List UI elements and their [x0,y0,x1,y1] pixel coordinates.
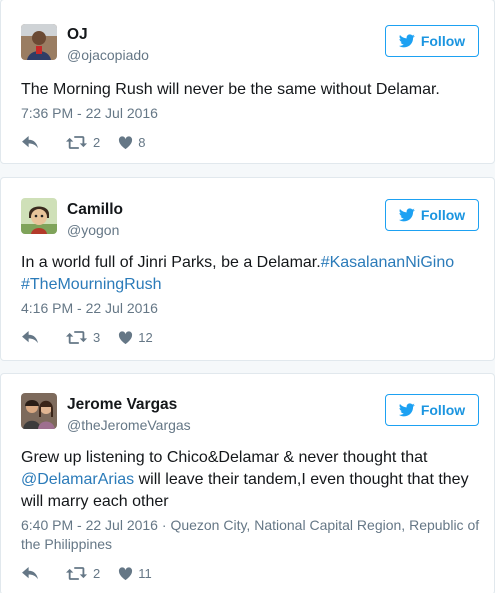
tweet-card: Camillo @yogon Follow In a world full of… [0,177,495,361]
user-name[interactable]: Jerome Vargas [67,396,177,414]
heart-icon [119,330,133,344]
twitter-bird-icon [398,403,415,417]
follow-label: Follow [420,33,466,49]
avatar-image [21,198,57,234]
tweet-timestamp[interactable]: 7:36 PM - 22 Jul 2016 [21,104,481,123]
user-handle[interactable]: @ojacopiado [67,47,149,63]
tweet-actions: 2 11 [21,564,170,582]
retweet-count: 2 [93,565,101,581]
avatar[interactable] [21,393,57,429]
retweet-button[interactable]: 2 [66,135,100,150]
avatar-image [21,24,57,60]
retweet-icon [66,566,88,580]
user-handle[interactable]: @yogon [67,222,119,238]
retweet-button[interactable]: 2 [66,566,100,581]
like-count: 12 [138,329,153,345]
user-handle[interactable]: @theJeromeVargas [67,417,191,433]
avatar-image [21,393,57,429]
retweet-button[interactable]: 3 [66,330,100,345]
twitter-bird-icon [398,34,415,48]
reply-button[interactable] [21,330,40,345]
reply-button[interactable] [21,566,40,581]
avatar[interactable] [21,24,57,60]
retweet-icon [66,330,88,344]
tweet-actions: 2 8 [21,133,163,151]
tweet-text: In a world full of Jinri Parks, be a Del… [21,252,481,296]
like-count: 8 [138,134,146,150]
reply-icon [22,566,38,579]
user-name[interactable]: OJ [67,26,88,44]
tweet-card: Jerome Vargas @theJeromeVargas Follow Gr… [0,373,495,593]
twitter-bird-icon [398,208,415,222]
retweet-icon [66,135,88,149]
tweet-text: The Morning Rush will never be the same … [21,81,440,98]
follow-label: Follow [420,207,466,223]
mention-link[interactable]: @DelamarArias [21,471,134,488]
tweet-timestamp[interactable]: 4:16 PM - 22 Jul 2016 [21,299,481,318]
like-button[interactable]: 8 [118,135,145,150]
like-button[interactable]: 12 [118,329,153,345]
reply-icon [22,135,38,148]
heart-icon [119,566,133,580]
user-name[interactable]: Camillo [67,201,123,219]
tweet-text-body: In a world full of Jinri Parks, be a Del… [21,254,321,271]
tweet-meta: 6:40 PM - 22 Jul 2016 · Quezon City, Nat… [21,516,481,554]
reply-button[interactable] [21,135,40,150]
tweet-actions: 3 12 [21,328,171,346]
tweet-text: Grew up listening to Chico&Delamar & nev… [21,447,481,513]
like-count: 11 [138,565,152,581]
tweet-timestamp[interactable]: 6:40 PM - 22 Jul 2016 [21,517,158,533]
follow-button[interactable]: Follow [385,199,479,231]
follow-button[interactable]: Follow [385,25,479,57]
tweet-text-before: Grew up listening to Chico&Delamar & nev… [21,449,428,466]
follow-label: Follow [420,402,466,418]
heart-icon [119,135,133,149]
avatar[interactable] [21,198,57,234]
retweet-count: 3 [93,329,101,345]
follow-button[interactable]: Follow [385,394,479,426]
tweet-card: OJ @ojacopiado Follow The Morning Rush w… [0,0,495,164]
like-button[interactable]: 11 [118,566,152,581]
retweet-count: 2 [93,134,101,150]
reply-icon [22,330,38,343]
